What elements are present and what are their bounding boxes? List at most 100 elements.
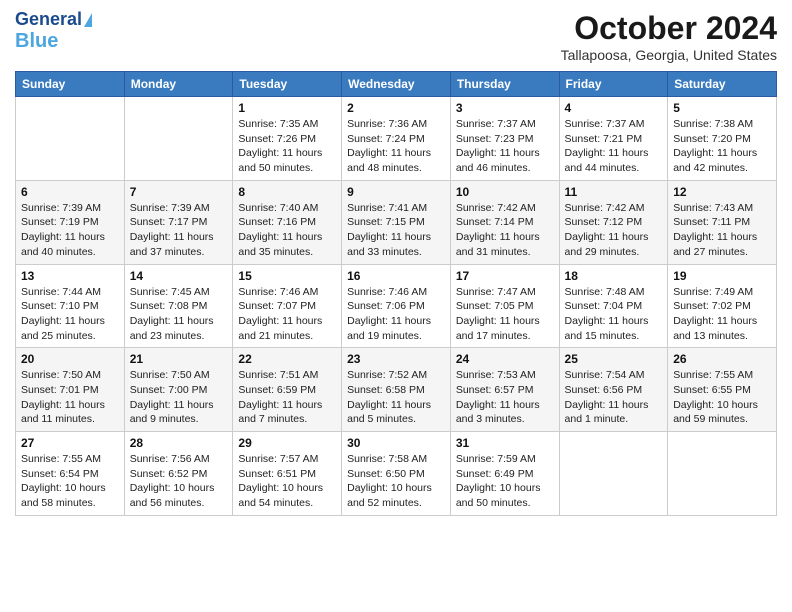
day-header-friday: Friday — [559, 72, 668, 97]
day-number: 31 — [456, 436, 554, 450]
week-row-3: 13 Sunrise: 7:44 AM Sunset: 7:10 PM Dayli… — [16, 264, 777, 348]
day-number: 16 — [347, 269, 445, 283]
header: General Blue October 2024 Tallapoosa, Ge… — [15, 10, 777, 63]
week-row-1: 1 Sunrise: 7:35 AM Sunset: 7:26 PM Daylig… — [16, 97, 777, 181]
day-info: Sunrise: 7:35 AM Sunset: 7:26 PM Dayligh… — [238, 117, 336, 176]
page: General Blue October 2024 Tallapoosa, Ge… — [0, 0, 792, 612]
day-info: Sunrise: 7:43 AM Sunset: 7:11 PM Dayligh… — [673, 201, 771, 260]
day-number: 9 — [347, 185, 445, 199]
day-info: Sunrise: 7:44 AM Sunset: 7:10 PM Dayligh… — [21, 285, 119, 344]
day-number: 26 — [673, 352, 771, 366]
day-number: 15 — [238, 269, 336, 283]
day-number: 13 — [21, 269, 119, 283]
day-number: 7 — [130, 185, 228, 199]
calendar-cell: 16 Sunrise: 7:46 AM Sunset: 7:06 PM Dayli… — [342, 264, 451, 348]
calendar-cell: 24Sunrise: 7:53 AM Sunset: 6:57 PM Dayli… — [450, 348, 559, 432]
day-header-sunday: Sunday — [16, 72, 125, 97]
calendar-cell: 7 Sunrise: 7:39 AM Sunset: 7:17 PM Daylig… — [124, 180, 233, 264]
day-info: Sunrise: 7:59 AM Sunset: 6:49 PM Dayligh… — [456, 452, 554, 511]
calendar-cell: 23Sunrise: 7:52 AM Sunset: 6:58 PM Dayli… — [342, 348, 451, 432]
calendar-cell — [668, 432, 777, 516]
day-header-tuesday: Tuesday — [233, 72, 342, 97]
day-number: 24 — [456, 352, 554, 366]
day-number: 27 — [21, 436, 119, 450]
day-number: 20 — [21, 352, 119, 366]
day-number: 6 — [21, 185, 119, 199]
calendar-cell: 2 Sunrise: 7:36 AM Sunset: 7:24 PM Daylig… — [342, 97, 451, 181]
day-number: 17 — [456, 269, 554, 283]
calendar-cell: 18Sunrise: 7:48 AM Sunset: 7:04 PM Dayli… — [559, 264, 668, 348]
day-info: Sunrise: 7:39 AM Sunset: 7:17 PM Dayligh… — [130, 201, 228, 260]
day-info: Sunrise: 7:41 AM Sunset: 7:15 PM Dayligh… — [347, 201, 445, 260]
week-row-5: 27 Sunrise: 7:55 AM Sunset: 6:54 PM Dayli… — [16, 432, 777, 516]
calendar-cell: 21 Sunrise: 7:50 AM Sunset: 7:00 PM Dayli… — [124, 348, 233, 432]
day-number: 29 — [238, 436, 336, 450]
calendar-cell: 28 Sunrise: 7:56 AM Sunset: 6:52 PM Dayli… — [124, 432, 233, 516]
day-info: Sunrise: 7:47 AM Sunset: 7:05 PM Dayligh… — [456, 285, 554, 344]
day-number: 28 — [130, 436, 228, 450]
location: Tallapoosa, Georgia, United States — [561, 47, 777, 63]
logo-general: General — [15, 10, 82, 30]
day-info: Sunrise: 7:46 AM Sunset: 7:07 PM Dayligh… — [238, 285, 336, 344]
day-number: 10 — [456, 185, 554, 199]
day-header-monday: Monday — [124, 72, 233, 97]
day-number: 30 — [347, 436, 445, 450]
week-row-2: 6 Sunrise: 7:39 AM Sunset: 7:19 PM Daylig… — [16, 180, 777, 264]
day-number: 2 — [347, 101, 445, 115]
day-info: Sunrise: 7:46 AM Sunset: 7:06 PM Dayligh… — [347, 285, 445, 344]
calendar-cell: 5 Sunrise: 7:38 AM Sunset: 7:20 PM Daylig… — [668, 97, 777, 181]
day-number: 12 — [673, 185, 771, 199]
day-info: Sunrise: 7:56 AM Sunset: 6:52 PM Dayligh… — [130, 452, 228, 511]
logo-triangle-icon — [84, 13, 92, 27]
day-info: Sunrise: 7:55 AM Sunset: 6:54 PM Dayligh… — [21, 452, 119, 511]
day-info: Sunrise: 7:49 AM Sunset: 7:02 PM Dayligh… — [673, 285, 771, 344]
day-info: Sunrise: 7:38 AM Sunset: 7:20 PM Dayligh… — [673, 117, 771, 176]
calendar-cell: 4 Sunrise: 7:37 AM Sunset: 7:21 PM Daylig… — [559, 97, 668, 181]
calendar-cell — [16, 97, 125, 181]
calendar-cell: 27 Sunrise: 7:55 AM Sunset: 6:54 PM Dayli… — [16, 432, 125, 516]
calendar-cell: 13 Sunrise: 7:44 AM Sunset: 7:10 PM Dayli… — [16, 264, 125, 348]
calendar-cell: 6 Sunrise: 7:39 AM Sunset: 7:19 PM Daylig… — [16, 180, 125, 264]
day-info: Sunrise: 7:58 AM Sunset: 6:50 PM Dayligh… — [347, 452, 445, 511]
calendar-cell: 12 Sunrise: 7:43 AM Sunset: 7:11 PM Dayli… — [668, 180, 777, 264]
day-info: Sunrise: 7:42 AM Sunset: 7:12 PM Dayligh… — [565, 201, 663, 260]
logo-blue: Blue — [15, 30, 58, 52]
calendar-cell: 26Sunrise: 7:55 AM Sunset: 6:55 PM Dayli… — [668, 348, 777, 432]
calendar-cell: 31 Sunrise: 7:59 AM Sunset: 6:49 PM Dayli… — [450, 432, 559, 516]
calendar-cell: 14Sunrise: 7:45 AM Sunset: 7:08 PM Dayli… — [124, 264, 233, 348]
calendar-cell: 10 Sunrise: 7:42 AM Sunset: 7:14 PM Dayli… — [450, 180, 559, 264]
day-number: 1 — [238, 101, 336, 115]
calendar-cell: 20Sunrise: 7:50 AM Sunset: 7:01 PM Dayli… — [16, 348, 125, 432]
day-number: 4 — [565, 101, 663, 115]
calendar-cell: 9 Sunrise: 7:41 AM Sunset: 7:15 PM Daylig… — [342, 180, 451, 264]
day-number: 21 — [130, 352, 228, 366]
day-number: 3 — [456, 101, 554, 115]
logo: General Blue — [15, 10, 92, 52]
day-info: Sunrise: 7:51 AM Sunset: 6:59 PM Dayligh… — [238, 368, 336, 427]
calendar-cell — [124, 97, 233, 181]
calendar-cell: 19Sunrise: 7:49 AM Sunset: 7:02 PM Dayli… — [668, 264, 777, 348]
day-info: Sunrise: 7:36 AM Sunset: 7:24 PM Dayligh… — [347, 117, 445, 176]
day-info: Sunrise: 7:42 AM Sunset: 7:14 PM Dayligh… — [456, 201, 554, 260]
week-row-4: 20Sunrise: 7:50 AM Sunset: 7:01 PM Dayli… — [16, 348, 777, 432]
calendar-cell — [559, 432, 668, 516]
calendar: SundayMondayTuesdayWednesdayThursdayFrid… — [15, 71, 777, 516]
title-block: October 2024 Tallapoosa, Georgia, United… — [561, 10, 777, 63]
day-number: 5 — [673, 101, 771, 115]
day-info: Sunrise: 7:37 AM Sunset: 7:23 PM Dayligh… — [456, 117, 554, 176]
day-number: 11 — [565, 185, 663, 199]
day-info: Sunrise: 7:39 AM Sunset: 7:19 PM Dayligh… — [21, 201, 119, 260]
calendar-cell: 11 Sunrise: 7:42 AM Sunset: 7:12 PM Dayli… — [559, 180, 668, 264]
calendar-cell: 1 Sunrise: 7:35 AM Sunset: 7:26 PM Daylig… — [233, 97, 342, 181]
calendar-cell: 3 Sunrise: 7:37 AM Sunset: 7:23 PM Daylig… — [450, 97, 559, 181]
day-info: Sunrise: 7:54 AM Sunset: 6:56 PM Dayligh… — [565, 368, 663, 427]
calendar-cell: 15 Sunrise: 7:46 AM Sunset: 7:07 PM Dayli… — [233, 264, 342, 348]
day-info: Sunrise: 7:50 AM Sunset: 7:00 PM Dayligh… — [130, 368, 228, 427]
day-header-wednesday: Wednesday — [342, 72, 451, 97]
day-number: 23 — [347, 352, 445, 366]
month-title: October 2024 — [561, 10, 777, 47]
day-info: Sunrise: 7:37 AM Sunset: 7:21 PM Dayligh… — [565, 117, 663, 176]
day-info: Sunrise: 7:40 AM Sunset: 7:16 PM Dayligh… — [238, 201, 336, 260]
calendar-cell: 22Sunrise: 7:51 AM Sunset: 6:59 PM Dayli… — [233, 348, 342, 432]
calendar-cell: 29Sunrise: 7:57 AM Sunset: 6:51 PM Dayli… — [233, 432, 342, 516]
